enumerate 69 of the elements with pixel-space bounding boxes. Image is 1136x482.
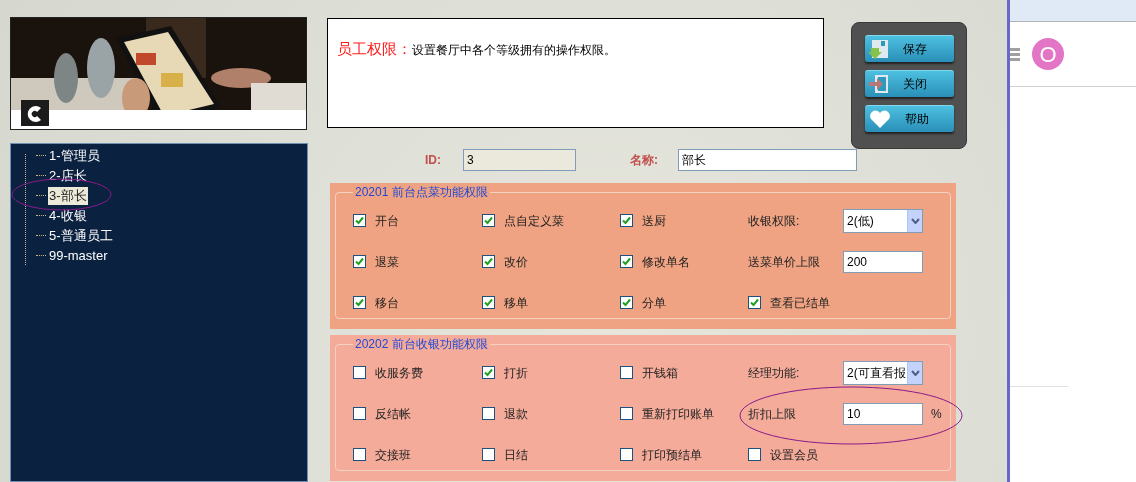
checkbox[interactable] <box>353 448 366 461</box>
tree-item[interactable]: 99-master <box>48 246 109 265</box>
checkbox[interactable] <box>482 407 495 420</box>
tree-item[interactable]: 3-部长 <box>48 186 88 205</box>
permission-label: 送菜单价上限 <box>748 253 821 271</box>
tree-item[interactable]: 2-店长 <box>48 166 88 185</box>
permission-label: 重新打印账单 <box>642 405 714 423</box>
checkbox[interactable] <box>353 366 366 379</box>
permission-label: 移单 <box>504 294 528 312</box>
permission-label: 退菜 <box>375 253 399 271</box>
checkbox[interactable] <box>748 448 761 461</box>
menu-icon <box>1010 47 1020 61</box>
permission-label: 点自定义菜 <box>504 212 564 230</box>
dropdown[interactable]: 2(低) <box>843 208 923 233</box>
dropdown[interactable]: 2(可直看报 <box>843 360 923 385</box>
checkbox[interactable] <box>620 407 633 420</box>
permission-label: 退款 <box>504 405 528 423</box>
checkbox[interactable] <box>482 255 495 268</box>
checkbox[interactable] <box>353 296 366 309</box>
permission-label: 查看已结单 <box>770 294 830 312</box>
close-button[interactable]: 关闭 <box>865 70 955 97</box>
permission-label: 经理功能: <box>748 364 801 382</box>
input-field[interactable]: 200 <box>843 250 923 273</box>
checkbox[interactable] <box>620 448 633 461</box>
description-title: 员工权限： <box>337 39 412 59</box>
id-label: ID: <box>425 152 442 169</box>
checkbox[interactable] <box>748 296 761 309</box>
permission-label: 日结 <box>504 446 528 464</box>
checkbox[interactable] <box>482 296 495 309</box>
checkbox[interactable] <box>482 214 495 227</box>
tree-item[interactable]: 5-普通员工 <box>48 226 114 245</box>
permission-label: 开台 <box>375 212 399 230</box>
permission-label: 反结帐 <box>375 405 411 423</box>
permission-label: 移台 <box>375 294 399 312</box>
permission-label: 交接班 <box>375 446 411 464</box>
name-label: 名称: <box>630 152 659 169</box>
tree-item[interactable]: 1-管理员 <box>48 146 101 165</box>
section-legend: 20202 前台收银功能权限 <box>353 336 490 353</box>
permission-label: 打印预结单 <box>642 446 702 464</box>
save-button[interactable]: 保存 <box>865 35 955 62</box>
unit-label: % <box>931 405 942 423</box>
permission-label: 送厨 <box>642 212 666 230</box>
exit-door-icon <box>869 74 890 94</box>
checkbox[interactable] <box>353 255 366 268</box>
checkbox[interactable] <box>353 214 366 227</box>
permission-label: 修改单名 <box>642 253 690 271</box>
permission-label: 改价 <box>504 253 528 271</box>
checkbox[interactable] <box>482 448 495 461</box>
permission-label: 收服务费 <box>375 364 423 382</box>
input-field[interactable]: 10 <box>843 402 923 425</box>
checkbox[interactable] <box>353 407 366 420</box>
permission-label: 折扣上限 <box>748 405 797 423</box>
name-field[interactable]: 部长 <box>678 149 857 171</box>
checkbox[interactable] <box>620 214 633 227</box>
checkbox[interactable] <box>620 366 633 379</box>
tree-item[interactable]: 4-收银 <box>48 206 88 225</box>
heart-icon <box>869 109 892 129</box>
id-field[interactable]: 3 <box>463 149 576 171</box>
permission-label: 开钱箱 <box>642 364 678 382</box>
description-text: 设置餐厅中各个等级拥有的操作权限。 <box>412 42 616 59</box>
checkbox[interactable] <box>620 255 633 268</box>
permission-label: 设置会员 <box>770 446 818 464</box>
checkbox[interactable] <box>620 296 633 309</box>
permission-label: 打折 <box>504 364 528 382</box>
permission-label: 收银权限: <box>748 212 801 230</box>
help-button[interactable]: 帮助 <box>865 105 955 132</box>
section-legend: 20201 前台点菜功能权限 <box>353 184 490 201</box>
permission-label: 分单 <box>642 294 666 312</box>
checkbox[interactable] <box>482 366 495 379</box>
